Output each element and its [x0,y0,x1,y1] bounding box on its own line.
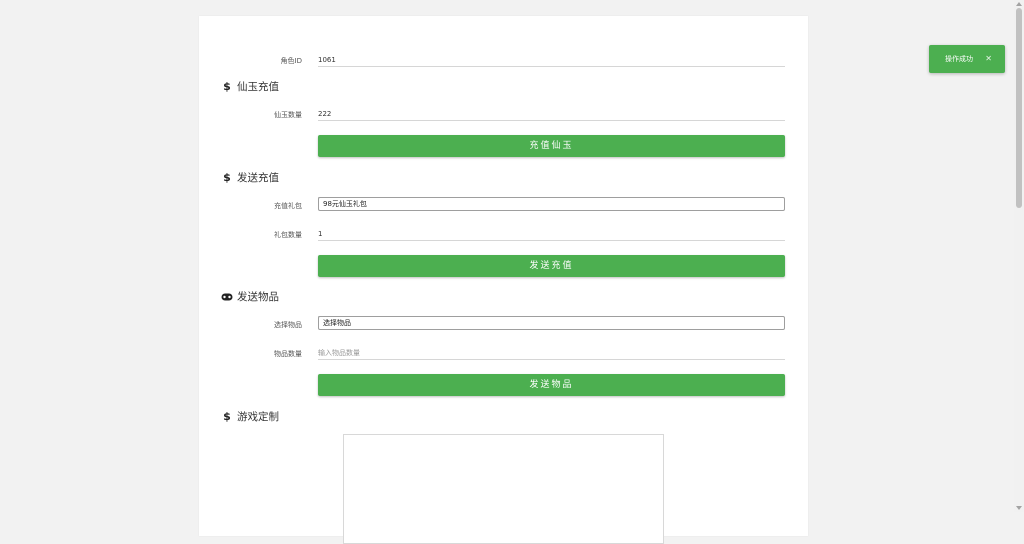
recharge-jade-button[interactable]: 充值仙玉 [318,135,785,157]
item-qty-placeholder: 输入物品数量 [318,349,360,357]
role-id-label: 角色ID [280,57,302,65]
send-items-button[interactable]: 发送物品 [318,374,785,396]
package-count-label: 礼包数量 [274,231,302,239]
section-items-title: 发送物品 [221,289,279,304]
jade-qty-value: 222 [318,110,332,118]
section-items-title-text: 发送物品 [237,291,279,303]
custom-preview-box [343,434,664,544]
item-qty-input[interactable]: 输入物品数量 [318,346,785,360]
page-scrollbar[interactable] [1014,0,1024,512]
gamepad-icon [221,290,233,303]
package-select[interactable]: 98元仙玉礼包 [318,197,785,211]
item-select-value: 选择物品 [323,319,351,327]
item-select[interactable]: 选择物品 [318,316,785,330]
section-recharge-title-text: 发送充值 [237,172,279,184]
dollar-icon: $ [223,410,231,423]
success-toast: 操作成功 ✕ [929,45,1005,73]
toast-message: 操作成功 [945,55,973,63]
role-id-input[interactable]: 1061 [318,53,785,67]
item-qty-label: 物品数量 [274,350,302,358]
section-recharge-title: $ 发送充值 [221,170,279,185]
package-count-value: 1 [318,230,323,238]
section-custom-title: $ 游戏定制 [221,409,279,424]
package-select-value: 98元仙玉礼包 [323,200,367,208]
role-id-value: 1061 [318,56,336,64]
section-jade-title: $ 仙玉充值 [221,79,279,94]
form-card: 角色ID 1061 $ 仙玉充值 仙玉数量 222 充值仙玉 $ 发送充值 充值… [199,16,808,544]
dollar-icon: $ [223,171,231,184]
jade-qty-input[interactable]: 222 [318,107,785,121]
package-label: 充值礼包 [274,202,302,210]
dollar-icon: $ [223,80,231,93]
package-count-input[interactable]: 1 [318,227,785,241]
item-select-label: 选择物品 [274,321,302,329]
scroll-down-icon[interactable] [1016,506,1022,510]
jade-qty-label: 仙玉数量 [274,111,302,119]
section-jade-title-text: 仙玉充值 [237,81,279,93]
scrollbar-thumb[interactable] [1016,8,1022,208]
section-custom-title-text: 游戏定制 [237,411,279,423]
send-recharge-button[interactable]: 发送充值 [318,255,785,277]
scroll-up-icon[interactable] [1016,2,1022,6]
close-icon[interactable]: ✕ [985,45,992,73]
